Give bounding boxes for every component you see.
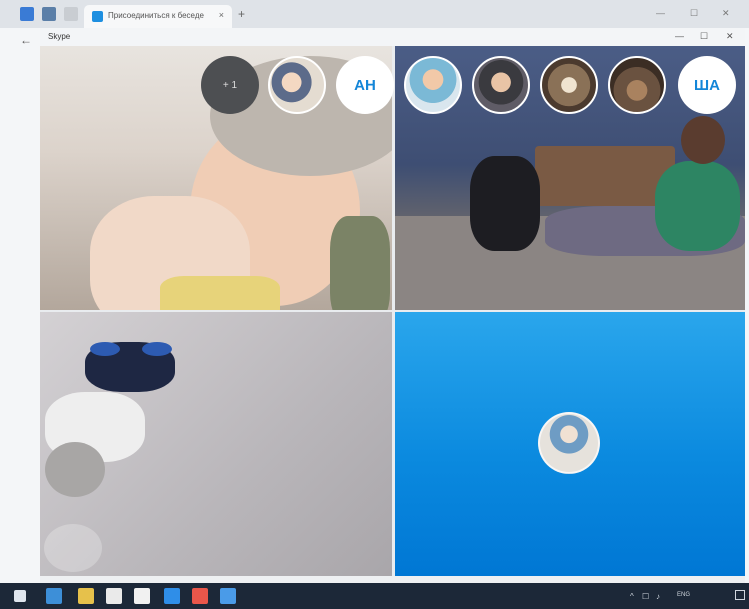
volume-icon[interactable]: ♪ bbox=[656, 592, 660, 601]
participant-avatar-center[interactable] bbox=[538, 412, 600, 474]
participant-avatar-2[interactable] bbox=[404, 56, 462, 114]
language-indicator[interactable]: ENG bbox=[677, 592, 690, 598]
tray-up-icon[interactable]: ^ bbox=[630, 592, 634, 601]
participant-initials-1[interactable]: АН bbox=[336, 56, 394, 114]
close-window-icon[interactable]: ✕ bbox=[722, 8, 730, 19]
tab-actions-icon[interactable] bbox=[42, 7, 56, 21]
chrome-icon[interactable] bbox=[192, 588, 208, 604]
participant-avatar-4[interactable] bbox=[540, 56, 598, 114]
windows-taskbar: ^ ☐ ♪ ENG bbox=[0, 583, 749, 609]
skype-window-titlebar: Skype — ☐ ✕ bbox=[40, 28, 745, 46]
kid-lying-1 bbox=[470, 156, 540, 251]
participant-avatar-1[interactable] bbox=[268, 56, 326, 114]
screen: Присоединиться к беседе × + — ☐ ✕ ← Skyp… bbox=[0, 0, 749, 609]
search-icon[interactable] bbox=[46, 588, 62, 604]
notification-icon[interactable] bbox=[735, 590, 745, 600]
back-icon[interactable]: ← bbox=[20, 33, 32, 47]
participant-avatar-3[interactable] bbox=[472, 56, 530, 114]
browser-page-margin bbox=[0, 28, 40, 583]
browser-tab-strip: Присоединиться к беседе × + — ☐ ✕ bbox=[0, 0, 749, 28]
browser-app-icon[interactable] bbox=[20, 7, 34, 21]
participant-initials-2[interactable]: ША bbox=[678, 56, 736, 114]
skype-minimize-icon[interactable]: — bbox=[675, 31, 684, 41]
participant-avatar-5[interactable] bbox=[608, 56, 666, 114]
browser-page-margin-right bbox=[745, 28, 749, 583]
child-sock-right bbox=[142, 342, 172, 356]
skype-icon bbox=[92, 11, 103, 22]
green-object bbox=[330, 216, 390, 310]
tab-skype-join[interactable]: Присоединиться к беседе × bbox=[84, 5, 232, 28]
child-sock-left bbox=[90, 342, 120, 356]
table bbox=[535, 146, 675, 206]
skype-status-strip bbox=[40, 576, 745, 583]
skype-maximize-icon[interactable]: ☐ bbox=[700, 31, 708, 42]
mail-icon[interactable] bbox=[134, 588, 150, 604]
self-view-preview[interactable] bbox=[44, 524, 102, 572]
explorer-icon[interactable] bbox=[78, 588, 94, 604]
tab-list-icon[interactable] bbox=[64, 7, 78, 21]
kid-plank-2 bbox=[655, 161, 740, 251]
close-icon[interactable]: × bbox=[219, 10, 224, 20]
skype-window-title: Skype bbox=[48, 32, 71, 41]
skype-close-icon[interactable]: ✕ bbox=[726, 31, 734, 42]
browser-taskbar-icon[interactable] bbox=[220, 588, 236, 604]
more-participants-button[interactable]: + 1 bbox=[201, 56, 259, 114]
kid-head-2 bbox=[681, 116, 725, 164]
child-head bbox=[45, 442, 105, 497]
minimize-icon[interactable]: — bbox=[656, 8, 665, 18]
maximize-icon[interactable]: ☐ bbox=[690, 8, 698, 19]
tab-title: Присоединиться к беседе bbox=[108, 11, 204, 20]
store-icon[interactable] bbox=[106, 588, 122, 604]
network-icon[interactable]: ☐ bbox=[642, 592, 649, 601]
yellow-object bbox=[160, 276, 280, 310]
windows-start-icon[interactable] bbox=[14, 590, 26, 602]
skype-taskbar-icon[interactable] bbox=[164, 588, 180, 604]
new-tab-button[interactable]: + bbox=[238, 7, 245, 21]
